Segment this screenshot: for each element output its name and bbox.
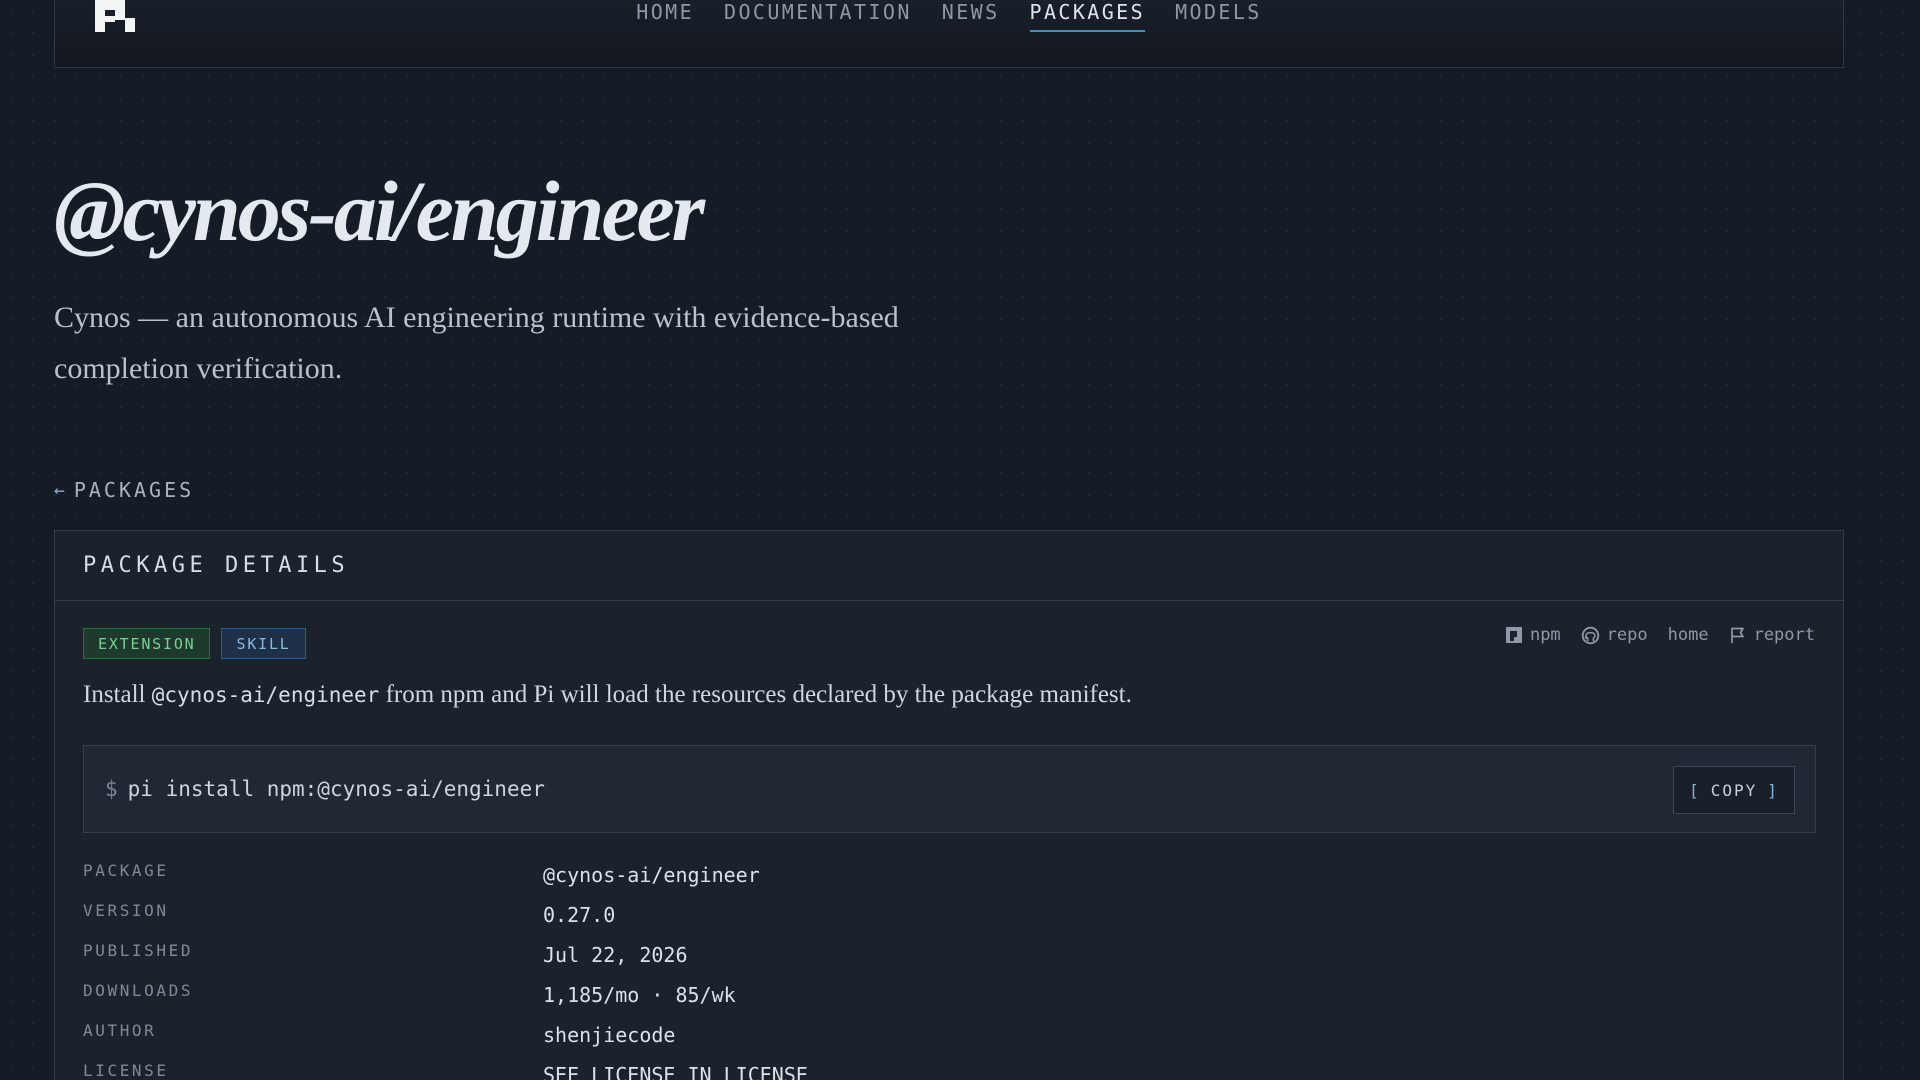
panel-title: PACKAGE DETAILS (83, 553, 350, 578)
meta-value: Jul 22, 2026 (543, 943, 688, 967)
install-command[interactable]: $ pi install npm:@cynos-ai/engineer (105, 777, 545, 801)
skill-badge: SKILL (221, 628, 306, 659)
nav-packages[interactable]: PACKAGES (1029, 0, 1146, 32)
repo-link-label: repo (1606, 625, 1648, 645)
meta-row-downloads: DOWNLOADS 1,185/mo · 85/wk (83, 977, 1816, 1017)
install-note-package-code: @cynos-ai/engineer (151, 683, 380, 707)
report-link[interactable]: report (1729, 625, 1815, 645)
report-link-label: report (1753, 625, 1815, 645)
meta-value: shenjiecode (543, 1023, 676, 1047)
meta-row-author: AUTHOR shenjiecode (83, 1017, 1816, 1057)
meta-value: 1,185/mo · 85/wk (543, 983, 736, 1007)
extension-badge: EXTENSION (83, 628, 211, 659)
back-link-label: PACKAGES (73, 478, 195, 502)
install-command-box: $ pi install npm:@cynos-ai/engineer [ COP… (83, 745, 1816, 833)
install-description: Install @cynos-ai/engineer from npm and … (83, 681, 1132, 709)
meta-key: VERSION (83, 901, 169, 920)
copy-button[interactable]: [ COPY ] (1673, 766, 1795, 814)
nav-models[interactable]: MODELS (1175, 0, 1262, 32)
npm-icon (1505, 627, 1522, 643)
meta-key: PUBLISHED (83, 941, 194, 960)
meta-value: SEE LICENSE IN LICENSE (543, 1063, 808, 1080)
badge-list: EXTENSION SKILL (83, 628, 306, 659)
npm-link-label: npm (1529, 625, 1561, 645)
install-command-text: pi install npm:@cynos-ai/engineer (127, 777, 545, 801)
panel-header: PACKAGE DETAILS (55, 531, 1843, 601)
top-navigation-bar: HOME DOCUMENTATION NEWS PACKAGES MODELS (54, 0, 1844, 68)
back-to-packages-link[interactable]: ← PACKAGES (54, 478, 194, 502)
meta-value: 0.27.0 (543, 903, 616, 927)
install-note-before: Install (83, 681, 152, 708)
package-details-panel: PACKAGE DETAILS EXTENSION SKILL npm repo… (54, 530, 1844, 1080)
github-icon (1581, 626, 1599, 644)
repo-link[interactable]: repo (1581, 625, 1648, 645)
nav-home[interactable]: HOME (636, 0, 694, 32)
copy-bracket-close: ] (1767, 780, 1779, 800)
home-link-label: home (1667, 625, 1709, 645)
meta-value: @cynos-ai/engineer (543, 863, 760, 887)
package-links: npm repo home report (1505, 625, 1815, 645)
meta-row-package: PACKAGE @cynos-ai/engineer (83, 857, 1816, 897)
nav-news[interactable]: NEWS (942, 0, 1000, 32)
meta-key: DOWNLOADS (83, 981, 194, 1000)
arrow-left-icon: ← (54, 479, 68, 501)
install-note-after: from npm and Pi will load the resources … (379, 681, 1132, 708)
meta-row-published: PUBLISHED Jul 22, 2026 (83, 937, 1816, 977)
copy-bracket-open: [ (1689, 780, 1701, 800)
main-nav: HOME DOCUMENTATION NEWS PACKAGES MODELS (55, 0, 1843, 68)
flag-icon (1730, 627, 1744, 643)
shell-prompt: $ (105, 777, 118, 801)
nav-documentation[interactable]: DOCUMENTATION (724, 0, 912, 32)
home-link[interactable]: home (1668, 625, 1709, 645)
page-title: @cynos-ai/engineer (54, 163, 705, 259)
npm-link[interactable]: npm (1505, 625, 1561, 645)
meta-key: PACKAGE (83, 861, 169, 880)
page-subtitle: Cynos — an autonomous AI engineering run… (54, 301, 899, 385)
meta-row-license: LICENSE SEE LICENSE IN LICENSE (83, 1057, 1816, 1080)
meta-key: AUTHOR (83, 1021, 157, 1040)
meta-key: LICENSE (83, 1061, 169, 1080)
package-metadata-list: PACKAGE @cynos-ai/engineer VERSION 0.27.… (83, 857, 1816, 1080)
meta-row-version: VERSION 0.27.0 (83, 897, 1816, 937)
copy-button-label: COPY (1710, 780, 1758, 800)
